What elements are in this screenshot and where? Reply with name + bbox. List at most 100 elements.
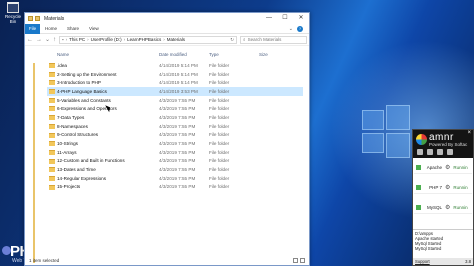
gear-icon[interactable]: ⚙ [445,184,450,191]
chevron-down-icon[interactable]: ⌄ [289,26,293,32]
folder-icon[interactable] [28,16,33,21]
file-name: 8-Namespaces [57,123,88,129]
recent-chevron-icon[interactable]: ⌄ [45,36,50,43]
recycle-bin-icon[interactable]: Recycle Bin [2,2,24,24]
details-view-icon[interactable] [293,257,298,263]
forward-icon[interactable]: → [36,37,42,43]
column-name[interactable]: Name [57,52,69,57]
table-row[interactable]: 2-Setting up the Environment 4/14/2019 5:… [47,70,303,79]
file-type: File folder [209,167,230,173]
file-date: 4/3/2019 7:55 PM [159,175,196,181]
file-name: 2-Setting up the Environment [57,71,117,77]
table-row[interactable]: 9-Control Structures 4/3/2019 7:55 PM File… [47,131,303,140]
file-type: File folder [209,71,230,77]
close-icon[interactable]: × [467,130,471,136]
properties-icon[interactable] [35,16,40,21]
file-date: 4/3/2019 7:55 PM [159,106,196,112]
file-date: 4/14/2019 3:53 PM [159,88,198,94]
table-row[interactable]: 3-Introduction to PHP 4/14/2019 5:14 PM Fi… [47,78,303,87]
file-date: 4/3/2019 7:55 PM [159,167,196,173]
table-row[interactable]: 4-PHP Language Basics 4/14/2019 3:53 PM Fi… [47,87,303,96]
folder-icon [49,184,55,190]
file-date: 4/14/2019 5:14 PM [159,62,198,68]
gear-icon[interactable]: ⚙ [445,204,450,211]
service-status[interactable]: Runnin [453,185,467,190]
table-row[interactable]: 11-Arrays 4/3/2019 7:55 PM File folder [47,148,303,157]
table-row[interactable]: 12-Custom and Built in Functions 4/3/2019… [47,157,303,166]
file-name: 10-Strings [57,141,78,147]
up-icon[interactable]: ↑ [53,37,56,43]
file-type: File folder [209,175,230,181]
column-date-modified[interactable]: Date modified [159,52,187,57]
folder-icon [49,123,55,129]
file-type: File folder [209,158,230,164]
file-name: .idea [57,62,67,68]
gear-icon[interactable]: ⚙ [445,164,450,171]
close-button[interactable]: ✕ [293,13,309,24]
table-row[interactable]: 8-Namespaces 4/3/2019 7:55 PM File folder [47,122,303,131]
maximize-button[interactable]: ☐ [277,13,293,24]
file-name: 11-Arrays [57,149,77,155]
folder-icon [49,115,55,121]
service-name: PHP 7 [429,184,442,190]
table-row[interactable]: 10-Strings 4/3/2019 7:55 PM File folder [47,139,303,148]
gear-icon[interactable] [417,149,423,155]
service-row: Apache ⚙ Runnin [414,161,472,174]
file-name: 13-Dates and Time [57,167,96,173]
tab-share[interactable]: Share [62,26,84,31]
recycle-bin-label: Recycle Bin [4,14,21,24]
file-name: 5-Variables and Constants [57,97,111,103]
file-type: File folder [209,141,230,147]
back-icon[interactable]: ← [27,37,33,43]
tab-view[interactable]: View [84,26,104,31]
column-type[interactable]: Type [209,52,219,57]
file-name: 15-Projects [57,184,81,190]
search-input[interactable]: ⌕ Search Materials [240,35,307,44]
wallpaper-pane [386,105,410,130]
breadcrumb-this-pc[interactable]: This PC [69,37,85,42]
table-row[interactable]: 15-Projects 4/3/2019 7:55 PM File folder [47,183,303,192]
table-row[interactable]: 5-Variables and Constants 4/3/2019 7:55 P… [47,96,303,105]
file-date: 4/14/2019 5:14 PM [159,80,198,86]
table-row[interactable]: 14-Regular Expressions 4/3/2019 7:55 PM Fi… [47,174,303,183]
large-icons-view-icon[interactable] [300,257,305,263]
folder-icon [49,149,55,155]
wallpaper-pane [362,110,384,130]
table-row[interactable]: 13-Dates and Time 4/3/2019 7:55 PM File fo… [47,165,303,174]
minimize-button[interactable]: — [261,13,277,24]
table-row[interactable]: .idea 4/14/2019 5:14 PM File folder [47,61,303,70]
table-row[interactable]: 6-Expressions and Operators 4/3/2019 7:55… [47,104,303,113]
status-bar: 1 item selected [25,255,309,265]
breadcrumb-learnphpbasics[interactable]: LearnPHPBasics [127,37,161,42]
address-bar-row: ← → ⌄ ↑ ▪ › This PC › UserProfile (D:) ›… [25,34,309,46]
tab-home[interactable]: Home [40,26,62,31]
search-icon: ⌕ [243,37,246,42]
address-bar[interactable]: ▪ › This PC › UserProfile (D:) › LearnPH… [59,35,238,44]
breadcrumb-materials[interactable]: Materials [167,37,185,42]
globe-icon[interactable] [427,149,433,155]
home-icon[interactable] [437,149,443,155]
navigation-pane[interactable] [25,49,35,263]
file-type: File folder [209,62,230,68]
service-status[interactable]: Runnin [453,165,467,170]
breadcrumb-drive[interactable]: UserProfile (D:) [91,37,122,42]
ampps-footer: Support 3.8 [413,258,473,265]
file-type: File folder [209,88,230,94]
folder-icon [49,167,55,173]
help-icon[interactable]: ? [297,25,303,32]
service-status[interactable]: Runnin [453,205,467,210]
status-text: 1 item selected [29,257,60,263]
table-row[interactable]: 7-Data Types 4/3/2019 7:55 PM File folder [47,113,303,122]
folder-icon [49,97,55,103]
ampps-header: × amnr Powered By Softac [413,130,473,158]
tab-file[interactable]: File [25,23,40,34]
file-date: 4/3/2019 7:55 PM [159,97,196,103]
trash-icon [7,2,19,13]
refresh-icon[interactable]: ↻ [230,37,234,43]
file-type: File folder [209,80,230,86]
user-icon[interactable] [447,149,453,155]
support-link[interactable]: Support [415,259,430,264]
service-row: PHP 7 ⚙ Runnin [414,181,472,194]
column-size[interactable]: Size [259,52,268,57]
search-placeholder: Search Materials [247,37,282,42]
